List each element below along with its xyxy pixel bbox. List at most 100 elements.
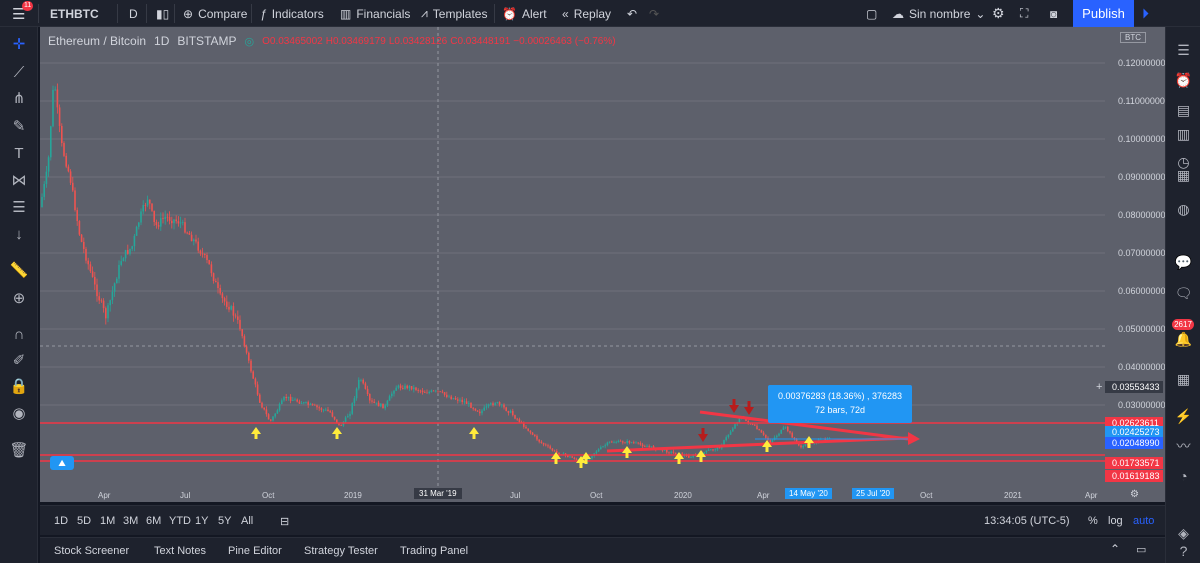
hotlist-icon[interactable]: ▥	[1166, 125, 1200, 143]
watchlist-icon[interactable]: ☰	[1166, 41, 1200, 59]
range-button-1d[interactable]: 1D	[54, 515, 68, 527]
tab-stock-screener[interactable]: Stock Screener	[54, 545, 129, 557]
legend-interval: 1D	[154, 34, 170, 48]
magnet-icon[interactable]: ∩	[0, 325, 38, 345]
play-icon[interactable]: ⏵	[1142, 0, 1149, 27]
pitchfork-icon[interactable]: ⋔	[0, 89, 38, 109]
lock-icon[interactable]: 🔒	[0, 377, 38, 397]
candle-body	[628, 441, 631, 443]
candle-body	[309, 403, 312, 405]
layout-icon[interactable]: ▢	[866, 0, 877, 27]
candle-body	[318, 407, 320, 409]
candle-body	[784, 426, 787, 428]
candle-body	[516, 418, 518, 420]
indicators-button[interactable]: ƒ Indicators	[260, 0, 324, 27]
range-button-5d[interactable]: 5D	[77, 515, 91, 527]
calendar-dates-icon[interactable]: ▦	[1166, 370, 1200, 388]
lock-pencil-icon[interactable]: ✐	[0, 351, 38, 371]
prediction-icon[interactable]: ☰	[0, 198, 38, 218]
crosshair-icon[interactable]: ✛	[0, 35, 38, 55]
chevron-up-icon[interactable]: ⌃	[1110, 542, 1120, 556]
help-icon[interactable]: ?	[1166, 542, 1200, 560]
compare-button[interactable]: ⊕ Compare	[183, 0, 247, 27]
camera-icon[interactable]: ◙	[1050, 0, 1057, 27]
undo-icon[interactable]: ↶	[627, 0, 637, 27]
chart-style-icon[interactable]: ▮▯	[156, 0, 169, 27]
time-tick-label: 2021	[1004, 491, 1022, 500]
range-button-5y[interactable]: 5Y	[218, 515, 231, 527]
candle-body	[208, 260, 210, 265]
time-tick-label: Oct	[920, 491, 933, 500]
tab-text-notes[interactable]: Text Notes	[154, 545, 206, 557]
text-tool-icon[interactable]: T	[0, 144, 38, 164]
signal-icon[interactable]: ⚡	[1166, 407, 1200, 425]
notifications-icon[interactable]: 🔔	[1166, 330, 1200, 348]
candle-body	[113, 283, 116, 292]
log-scale-button[interactable]: log	[1108, 515, 1123, 527]
go-to-date-icon[interactable]: ⊟	[280, 515, 289, 528]
private-chat-icon[interactable]: 🗨	[1166, 284, 1200, 302]
range-button-1y[interactable]: 1Y	[195, 515, 208, 527]
range-button-6m[interactable]: 6M	[146, 515, 161, 527]
candle-body	[316, 405, 318, 408]
candle-body	[646, 446, 648, 448]
range-button-ytd[interactable]: YTD	[169, 515, 191, 527]
interval-button[interactable]: D	[129, 0, 138, 27]
ideas-icon[interactable]: ◍	[1166, 200, 1200, 218]
tab-pine-editor[interactable]: Pine Editor	[228, 545, 282, 557]
range-button-all[interactable]: All	[241, 515, 253, 527]
currency-label[interactable]: BTC	[1120, 32, 1146, 43]
candle-body	[56, 89, 59, 108]
candle-body	[424, 392, 426, 394]
add-alert-icon[interactable]: +	[1096, 381, 1102, 393]
tv-logo-icon[interactable]: ⛰	[50, 456, 74, 470]
legend-title[interactable]: Ethereum / Bitcoin	[48, 34, 146, 48]
layers-icon[interactable]: ◈	[1166, 524, 1200, 542]
candle-body	[256, 384, 259, 395]
axis-settings-gear-icon[interactable]: ⚙	[1130, 489, 1139, 500]
symbol-search-button[interactable]: ETHBTC	[50, 0, 99, 27]
auto-scale-button[interactable]: auto	[1133, 515, 1154, 527]
templates-button[interactable]: ⩘ Templates	[421, 0, 487, 27]
percent-scale-button[interactable]: %	[1088, 515, 1098, 527]
zoom-in-icon[interactable]: ⊕	[0, 289, 38, 309]
replay-button[interactable]: « Replay	[562, 0, 611, 27]
candle-body	[600, 447, 602, 450]
candle-body	[452, 398, 455, 400]
candle-body	[85, 248, 87, 261]
maximize-icon[interactable]: ▭	[1136, 543, 1146, 556]
arrow-down-icon[interactable]: ↓	[0, 225, 38, 245]
pattern-icon[interactable]: ⋈	[0, 171, 38, 191]
legend-status-icon: ◎	[244, 35, 255, 48]
data-window-icon[interactable]: ▤	[1166, 101, 1200, 119]
candle-body	[54, 89, 56, 91]
trend-line-icon[interactable]: ⟋	[0, 63, 38, 83]
alerts-clock-icon[interactable]: ⏰	[1166, 71, 1200, 89]
price-chart[interactable]	[40, 27, 1165, 502]
layout-name-button[interactable]: ☁ Sin nombre ⌄	[892, 0, 985, 27]
candle-body	[712, 449, 714, 451]
lightbulb-icon[interactable]: ◔	[1166, 467, 1200, 485]
candle-body	[714, 449, 716, 451]
range-button-3m[interactable]: 3M	[123, 515, 138, 527]
tab-trading-panel[interactable]: Trading Panel	[400, 545, 468, 557]
clock-label[interactable]: 13:34:05 (UTC-5)	[984, 515, 1070, 527]
ruler-icon[interactable]: 📏	[0, 261, 38, 281]
trash-icon[interactable]: 🗑	[0, 441, 38, 461]
redo-icon[interactable]: ↷	[649, 0, 659, 27]
chart-pattern-icon[interactable]: 〰	[1166, 437, 1200, 455]
settings-gear-icon[interactable]: ⚙	[992, 0, 1005, 27]
candle-body	[382, 403, 384, 409]
brush-icon[interactable]: ✎	[0, 117, 38, 137]
alert-button[interactable]: ⏰ Alert	[502, 0, 547, 27]
fullscreen-icon[interactable]: ⛶	[1020, 0, 1028, 27]
chat-icon[interactable]: 💬	[1166, 253, 1200, 271]
range-button-1m[interactable]: 1M	[100, 515, 115, 527]
publish-button[interactable]: Publish	[1073, 0, 1134, 27]
eye-icon[interactable]: ◉	[0, 404, 38, 424]
tab-strategy-tester[interactable]: Strategy Tester	[304, 545, 378, 557]
candle-body	[362, 379, 364, 384]
financials-button[interactable]: ▥ Financials	[340, 0, 410, 27]
candle-body	[327, 409, 329, 412]
news-icon[interactable]: ▦	[1166, 166, 1200, 184]
